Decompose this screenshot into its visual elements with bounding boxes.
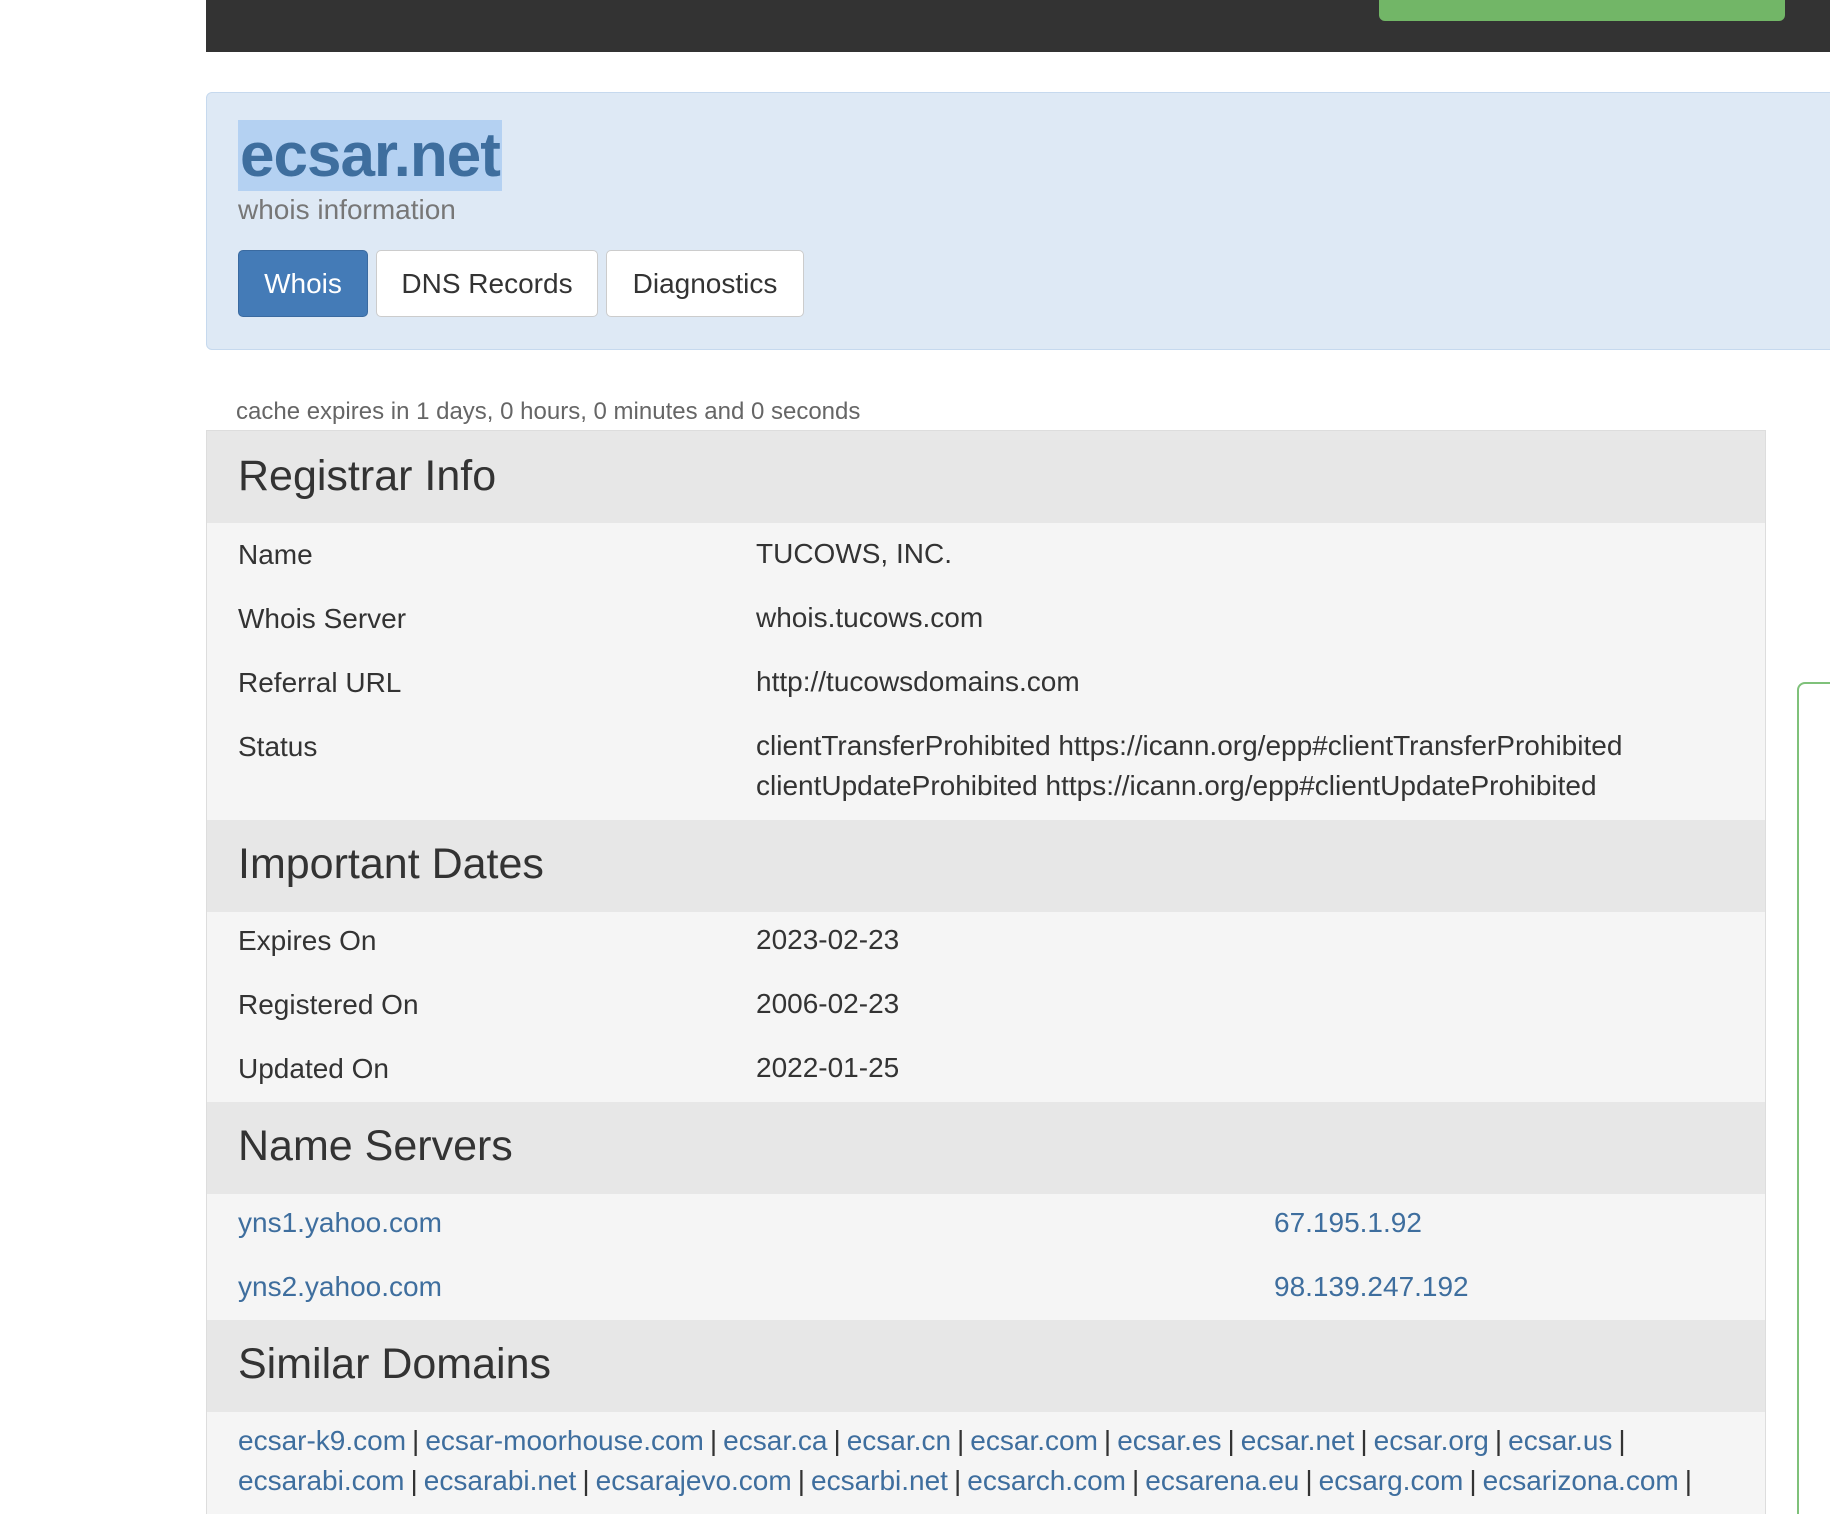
separator: | [953, 1465, 962, 1496]
separator: | [582, 1465, 590, 1496]
separator: | [1469, 1465, 1477, 1496]
registered-on-value: 2006-02-23 [756, 988, 900, 1019]
separator: | [1227, 1425, 1235, 1456]
separator: | [1360, 1425, 1368, 1456]
similar-domain-link[interactable]: ecsarena.eu [1145, 1465, 1299, 1496]
domain-title: ecsar.net [238, 120, 502, 191]
separator: | [412, 1425, 420, 1456]
right-sidebar-edge [1797, 682, 1830, 1514]
expires-on-value: 2023-02-23 [756, 924, 900, 955]
status-value-line-1: clientTransferProhibited https://icann.o… [756, 730, 1623, 761]
expires-on-label: Expires On [238, 925, 377, 956]
referral-url-value: http://tucowsdomains.com [756, 666, 1080, 697]
similar-domain-link[interactable]: ecsar.com [970, 1425, 1098, 1456]
domain-subtitle: whois information [238, 194, 456, 225]
whois-server-label: Whois Server [238, 603, 407, 634]
separator: | [709, 1425, 718, 1456]
tab-diagnostics[interactable]: Diagnostics [606, 250, 804, 317]
dates-section-title: Important Dates [238, 840, 544, 888]
similar-domain-link[interactable]: ecsar.us [1508, 1425, 1612, 1456]
similar-domain-link[interactable]: ecsarabi.net [424, 1465, 577, 1496]
similar-domain-link[interactable]: ecsar.cn [847, 1425, 951, 1456]
similar-domains-line-1: ecsar-k9.com | ecsar-moorhouse.com | ecsar.c… [238, 1421, 1758, 1461]
navbar-green-button[interactable] [1379, 0, 1785, 21]
referral-url-label: Referral URL [238, 667, 402, 698]
top-navbar [206, 0, 1830, 52]
similar-domains-list: ecsar-k9.com | ecsar-moorhouse.com | ecsar.c… [238, 1421, 1758, 1501]
similar-domain-link[interactable]: ecsarajevo.com [596, 1465, 792, 1496]
similar-domain-link[interactable]: ecsarabi.com [238, 1465, 405, 1496]
updated-on-value: 2022-01-25 [756, 1052, 900, 1083]
page: ecsar.net whois information Whois DNS Re… [0, 0, 1830, 1514]
separator: | [797, 1465, 805, 1496]
similar-domain-link[interactable]: ecsar.net [1241, 1425, 1355, 1456]
separator: | [1684, 1465, 1693, 1496]
similar-domains-line-2: ecsarabi.com | ecsarabi.net | ecsarajevo.com… [238, 1461, 1758, 1501]
similar-section-title: Similar Domains [238, 1340, 552, 1388]
separator: | [1494, 1425, 1503, 1456]
status-label: Status [238, 731, 318, 762]
nameservers-section-title: Name Servers [238, 1122, 513, 1170]
status-value-line-2: clientUpdateProhibited https://icann.org… [756, 770, 1597, 801]
similar-domain-link[interactable]: ecsarch.com [967, 1465, 1126, 1496]
separator: | [410, 1465, 418, 1496]
registrar-section-title: Registrar Info [238, 452, 497, 500]
nameserver-1-link[interactable]: yns1.yahoo.com [238, 1207, 442, 1239]
separator: | [957, 1425, 965, 1456]
similar-domain-link[interactable]: ecsarbi.net [811, 1465, 948, 1496]
similar-domain-link[interactable]: ecsarg.com [1319, 1465, 1464, 1496]
nameserver-2-ip-link[interactable]: 98.139.247.192 [1274, 1271, 1469, 1303]
tab-dns-records[interactable]: DNS Records [376, 250, 598, 317]
similar-domain-link[interactable]: ecsar.es [1117, 1425, 1221, 1456]
registrar-name-value: TUCOWS, INC. [756, 538, 952, 569]
separator: | [1131, 1465, 1140, 1496]
separator: | [1305, 1465, 1313, 1496]
whois-server-value: whois.tucows.com [756, 602, 984, 633]
similar-domain-link[interactable]: ecsar-k9.com [238, 1425, 406, 1456]
nameserver-2-link[interactable]: yns2.yahoo.com [238, 1271, 442, 1303]
separator: | [1618, 1425, 1626, 1456]
separator: | [1103, 1425, 1112, 1456]
registered-on-label: Registered On [238, 989, 419, 1020]
similar-domain-link[interactable]: ecsarizona.com [1483, 1465, 1679, 1496]
cache-note: cache expires in 1 days, 0 hours, 0 minu… [236, 398, 861, 425]
similar-domain-link[interactable]: ecsar.ca [723, 1425, 827, 1456]
separator: | [833, 1425, 841, 1456]
nameserver-1-ip-link[interactable]: 67.195.1.92 [1274, 1207, 1422, 1239]
similar-domain-link[interactable]: ecsar-moorhouse.com [425, 1425, 704, 1456]
registrar-name-label: Name [238, 539, 313, 570]
similar-domain-link[interactable]: ecsar.org [1374, 1425, 1489, 1456]
updated-on-label: Updated On [238, 1053, 389, 1084]
tab-whois[interactable]: Whois [238, 250, 368, 317]
